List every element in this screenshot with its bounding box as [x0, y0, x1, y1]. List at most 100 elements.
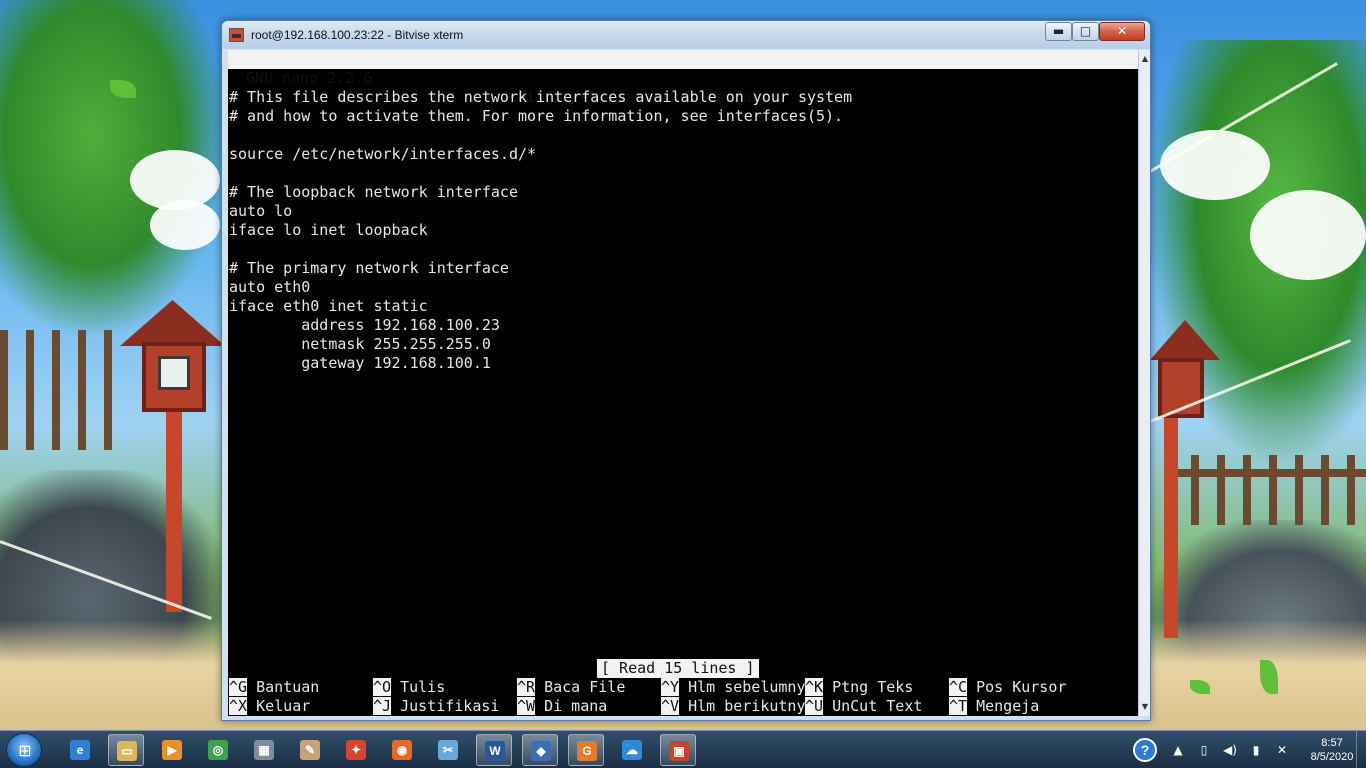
wallpaper-cloud — [1250, 190, 1366, 280]
internet-explorer-icon: e — [70, 740, 90, 760]
shortcut-row2-item: ^J Justifikasi — [373, 697, 499, 716]
shortcut-key: ^X — [229, 697, 248, 715]
taskbar-button-virtualbox[interactable]: ◆ — [522, 734, 558, 766]
chrome-icon: ◎ — [208, 740, 228, 760]
taskbar-button-media-player[interactable]: ▶ — [154, 734, 190, 766]
bitvise-client-icon: G — [577, 741, 597, 761]
shortcut-row1-item: ^Y Hlm sebelumny — [661, 678, 806, 697]
taskbar-button-snipping-tool[interactable]: ✂ — [430, 734, 466, 766]
wallpaper-fence-left — [0, 330, 120, 450]
taskbar-button-calculator[interactable]: ▦ — [246, 734, 282, 766]
app-icon: ✦ — [346, 740, 366, 760]
media-player-icon: ▶ — [162, 740, 182, 760]
show-desktop-button[interactable] — [1356, 731, 1366, 768]
taskbar-button-bitvise-xterm[interactable]: ▣ — [660, 734, 696, 766]
snipping-tool-icon: ✂ — [438, 740, 458, 760]
taskbar-button-firefox[interactable]: ◉ — [384, 734, 420, 766]
windows-logo-icon: ⊞ — [18, 741, 32, 760]
shortcut-label: Tulis — [400, 678, 446, 696]
close-button[interactable]: ✕ — [1099, 22, 1145, 41]
editor-line[interactable]: # The loopback network interface — [229, 183, 518, 202]
window-title: root@192.168.100.23:22 - Bitvise xterm — [251, 28, 464, 42]
shortcut-label: Bantuan — [256, 678, 320, 696]
file-explorer-icon: ▭ — [117, 741, 137, 761]
nano-header-bar: GNU nano 2.2.6 File: /etc/network/interf… — [228, 50, 1138, 106]
status-message: [ Read 15 lines ] — [597, 659, 759, 678]
system-tray: ? ▲ ▯ ◀) ▮ ✕ 8:57 8/5/2020 — [1126, 731, 1366, 768]
editor-line[interactable]: # This file describes the network interf… — [229, 88, 852, 107]
shortcut-key: ^K — [805, 678, 824, 696]
show-hidden-icons-icon[interactable]: ▲ — [1170, 742, 1186, 758]
taskbar-button-internet-explorer[interactable]: e — [62, 734, 98, 766]
network-icon: ☁ — [622, 740, 642, 760]
clock-date: 8/5/2020 — [1310, 751, 1354, 763]
help-icon[interactable]: ? — [1133, 738, 1157, 762]
window-titlebar[interactable]: root@192.168.100.23:22 - Bitvise xterm ▬… — [222, 21, 1150, 49]
shortcut-label: Hlm berikutny — [688, 697, 806, 715]
nano-version: GNU nano 2.2.6 — [246, 69, 373, 87]
taskbar-button-chrome[interactable]: ◎ — [200, 734, 236, 766]
editor-line[interactable]: address 192.168.100.23 — [229, 316, 500, 335]
wallpaper-lantern-right — [1150, 320, 1220, 640]
xterm-app-icon — [229, 28, 244, 42]
taskbar: ⊞ e ▭ ▶ ◎ ▦ ✎ ✦ ◉ ✂ W ◆ G ☁ ▣ ? ▲ ▯ ◀) ▮ ✕ 8:57 8/5/2020 — [0, 730, 1366, 768]
maximize-button[interactable]: □ — [1072, 22, 1099, 41]
editor-line[interactable]: # and how to activate them. For more inf… — [229, 107, 843, 126]
editor-line[interactable]: source /etc/network/interfaces.d/* — [229, 145, 536, 164]
shortcut-row1-item: ^O Tulis — [373, 678, 445, 697]
taskbar-button-bitvise-client[interactable]: G — [568, 734, 604, 766]
taskbar-button-app[interactable]: ✦ — [338, 734, 374, 766]
volume-icon[interactable]: ◀) — [1222, 742, 1238, 758]
scroll-down-arrow-icon[interactable]: ▼ — [1139, 700, 1151, 714]
scroll-up-arrow-icon[interactable]: ▲ — [1139, 52, 1151, 66]
editor-line[interactable]: auto eth0 — [229, 278, 310, 297]
taskbar-button-word[interactable]: W — [476, 734, 512, 766]
word-icon: W — [485, 741, 505, 761]
shortcut-label: Di mana — [544, 697, 608, 715]
wallpaper-cloud — [1160, 130, 1270, 200]
shortcut-label: Baca File — [544, 678, 626, 696]
editor-line[interactable]: netmask 255.255.255.0 — [229, 335, 491, 354]
wallpaper-lantern-left — [120, 290, 225, 612]
editor-line[interactable]: iface lo inet loopback — [229, 221, 428, 240]
shortcut-key: ^V — [661, 697, 680, 715]
clock[interactable]: 8:57 8/5/2020 — [1302, 736, 1362, 764]
signal-icon[interactable]: ▮ — [1248, 742, 1264, 758]
shortcut-row2-item: ^X Keluar — [229, 697, 310, 716]
vertical-scrollbar[interactable]: ▲ ▼ — [1138, 50, 1150, 716]
shortcut-label: Mengeja — [976, 697, 1040, 715]
taskbar-button-paint[interactable]: ✎ — [292, 734, 328, 766]
shortcut-key: ^O — [373, 678, 392, 696]
wallpaper-cloud — [150, 200, 220, 250]
shortcut-row1-item: ^C Pos Kursor — [949, 678, 1066, 697]
editor-line[interactable]: auto lo — [229, 202, 292, 221]
device-icon[interactable]: ▯ — [1196, 742, 1212, 758]
paint-icon: ✎ — [300, 740, 320, 760]
shortcut-key: ^W — [517, 697, 536, 715]
shortcut-key: ^G — [229, 678, 248, 696]
shortcut-row1-item: ^R Baca File — [517, 678, 625, 697]
editor-line[interactable]: gateway 192.168.100.1 — [229, 354, 491, 373]
shortcut-row1-item: ^K Ptng Teks — [805, 678, 913, 697]
shortcut-label: Justifikasi — [400, 697, 500, 715]
shortcut-label: Ptng Teks — [832, 678, 914, 696]
bitvise-xterm-icon: ▣ — [669, 741, 689, 761]
taskbar-button-file-explorer[interactable]: ▭ — [108, 734, 144, 766]
shortcut-row2-item: ^U UnCut Text — [805, 697, 922, 716]
shortcut-key: ^T — [949, 697, 968, 715]
shortcut-key: ^C — [949, 678, 968, 696]
minimize-button[interactable]: ▬ — [1045, 22, 1072, 41]
shortcut-row2-item: ^W Di mana — [517, 697, 607, 716]
shortcut-key: ^R — [517, 678, 536, 696]
editor-line[interactable]: # The primary network interface — [229, 259, 509, 278]
network-status-icon[interactable]: ✕ — [1274, 742, 1290, 758]
shortcut-row2-item: ^T Mengeja — [949, 697, 1039, 716]
taskbar-button-network[interactable]: ☁ — [614, 734, 650, 766]
shortcut-label: Hlm sebelumny — [688, 678, 806, 696]
start-button[interactable]: ⊞ — [6, 733, 42, 767]
xterm-window[interactable]: root@192.168.100.23:22 - Bitvise xterm ▬… — [221, 20, 1151, 721]
shortcut-key: ^J — [373, 697, 392, 715]
terminal-area[interactable]: GNU nano 2.2.6 File: /etc/network/interf… — [228, 50, 1138, 716]
shortcut-key: ^U — [805, 697, 824, 715]
editor-line[interactable]: iface eth0 inet static — [229, 297, 428, 316]
